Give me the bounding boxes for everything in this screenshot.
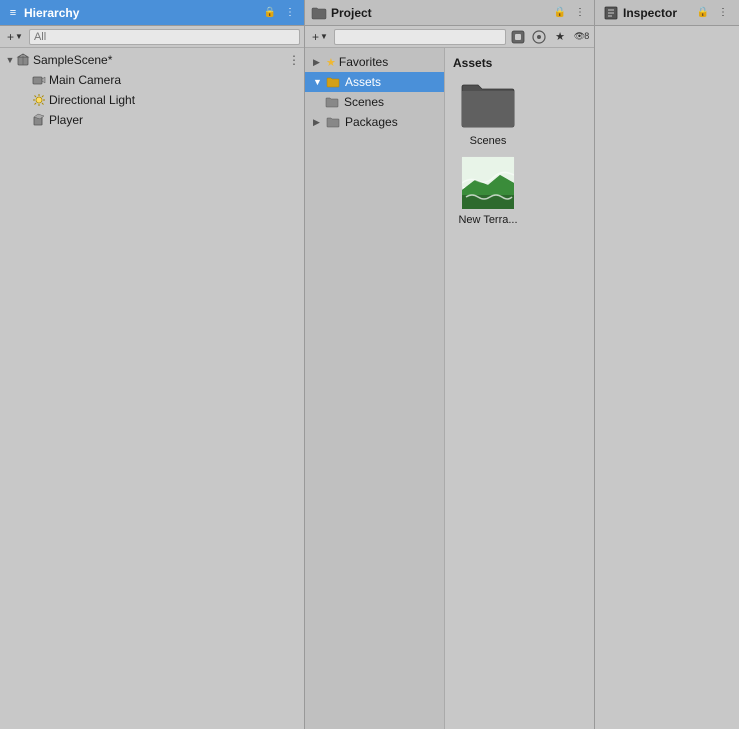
- scene-more-icon[interactable]: ⋮: [288, 53, 300, 67]
- inspector-panel: Inspector 🔒 ⋮: [595, 0, 739, 729]
- hamburger-icon: ≡: [6, 6, 20, 20]
- scenes-folder-label: Scenes: [470, 135, 507, 147]
- folder-icon-assets: [326, 76, 340, 88]
- project-panel: Project 🔒 ⋮ + ▼: [305, 0, 595, 729]
- project-more-btn[interactable]: ⋮: [572, 5, 588, 21]
- terrain-label: New Terra...: [458, 214, 517, 226]
- camera-icon: [32, 73, 46, 87]
- project-filter-icon[interactable]: [530, 28, 548, 46]
- star-icon: ★: [326, 56, 336, 69]
- directional-light-label: Directional Light: [49, 93, 135, 107]
- project-packages-icon[interactable]: [509, 28, 527, 46]
- favorites-arrow: ▶: [313, 57, 323, 68]
- hierarchy-item-player[interactable]: Player: [0, 110, 304, 130]
- inspector-more-btn[interactable]: ⋮: [715, 5, 731, 21]
- hierarchy-lock-btn[interactable]: 🔒: [262, 5, 278, 21]
- assets-arrow: ▼: [313, 77, 323, 87]
- project-sidebar: ▶ ★ Favorites ▼ Assets Sce: [305, 48, 445, 729]
- project-search-input[interactable]: [339, 31, 501, 43]
- inspector-lock-btn[interactable]: 🔒: [695, 5, 711, 21]
- hierarchy-tree: ▼ SampleScene* ⋮ Main Camera: [0, 48, 304, 729]
- project-eye-icon[interactable]: 👁8: [572, 28, 590, 46]
- assets-grid: Scenes: [453, 76, 586, 226]
- project-content: ▶ ★ Favorites ▼ Assets Sce: [305, 48, 594, 729]
- project-header: Project 🔒 ⋮: [305, 0, 594, 26]
- inspector-header-icon: [603, 5, 619, 21]
- scene-label: SampleScene*: [33, 53, 112, 67]
- project-toolbar: + ▼ ★ 👁8: [305, 26, 594, 48]
- asset-scenes-folder[interactable]: Scenes: [453, 76, 523, 147]
- scenes-label: Scenes: [344, 95, 384, 109]
- scene-icon: [16, 53, 30, 67]
- hierarchy-item-directional-light[interactable]: Directional Light: [0, 90, 304, 110]
- project-add-button[interactable]: + ▼: [309, 30, 331, 44]
- project-assets-area: Assets Scenes: [445, 48, 594, 729]
- project-title: Project: [331, 6, 548, 20]
- chevron-down-icon: ▼: [320, 32, 328, 41]
- scenes-folder-icon: [460, 76, 516, 132]
- player-label: Player: [49, 113, 83, 127]
- assets-label: Assets: [345, 75, 381, 89]
- assets-area-header: Assets: [453, 56, 586, 70]
- packages-svg: [510, 29, 526, 45]
- folder-svg: [460, 79, 516, 129]
- filter-svg: [531, 29, 547, 45]
- favorites-label: Favorites: [339, 55, 388, 69]
- terrain-svg: [460, 155, 516, 211]
- inspector-content: [595, 26, 739, 729]
- hierarchy-header: ≡ Hierarchy 🔒 ⋮: [0, 0, 304, 26]
- folder-icon-packages: [326, 116, 340, 128]
- hierarchy-item-main-camera[interactable]: Main Camera: [0, 70, 304, 90]
- project-lock-btn[interactable]: 🔒: [552, 5, 568, 21]
- main-camera-label: Main Camera: [49, 73, 121, 87]
- folder-icon-scenes: [325, 96, 339, 108]
- sidebar-assets[interactable]: ▼ Assets: [305, 72, 444, 92]
- asset-terrain[interactable]: New Terra...: [453, 155, 523, 226]
- project-search-box[interactable]: [334, 29, 506, 45]
- project-star-icon[interactable]: ★: [551, 28, 569, 46]
- scene-arrow: ▼: [4, 54, 16, 66]
- inspector-title: Inspector: [623, 6, 691, 20]
- hierarchy-search-input[interactable]: [34, 31, 295, 43]
- plus-icon: +: [7, 30, 14, 44]
- hierarchy-panel: ≡ Hierarchy 🔒 ⋮ + ▼ ▼: [0, 0, 305, 729]
- chevron-down-icon: ▼: [15, 32, 23, 41]
- sidebar-packages[interactable]: ▶ Packages: [305, 112, 444, 132]
- packages-arrow: ▶: [313, 117, 323, 128]
- packages-label: Packages: [345, 115, 398, 129]
- cube-icon: [32, 113, 46, 127]
- hierarchy-add-button[interactable]: + ▼: [4, 30, 26, 44]
- hierarchy-title: Hierarchy: [24, 6, 258, 20]
- sidebar-favorites[interactable]: ▶ ★ Favorites: [305, 52, 444, 72]
- inspector-header: Inspector 🔒 ⋮: [595, 0, 739, 26]
- hierarchy-more-btn[interactable]: ⋮: [282, 5, 298, 21]
- sidebar-scenes[interactable]: Scenes: [305, 92, 444, 112]
- hierarchy-search-box[interactable]: [29, 29, 300, 45]
- hierarchy-scene-item[interactable]: ▼ SampleScene* ⋮: [0, 50, 304, 70]
- hierarchy-toolbar: + ▼: [0, 26, 304, 48]
- plus-icon: +: [312, 30, 319, 44]
- folder-header-icon: [311, 6, 327, 20]
- light-icon: [32, 93, 46, 107]
- terrain-icon: [460, 155, 516, 211]
